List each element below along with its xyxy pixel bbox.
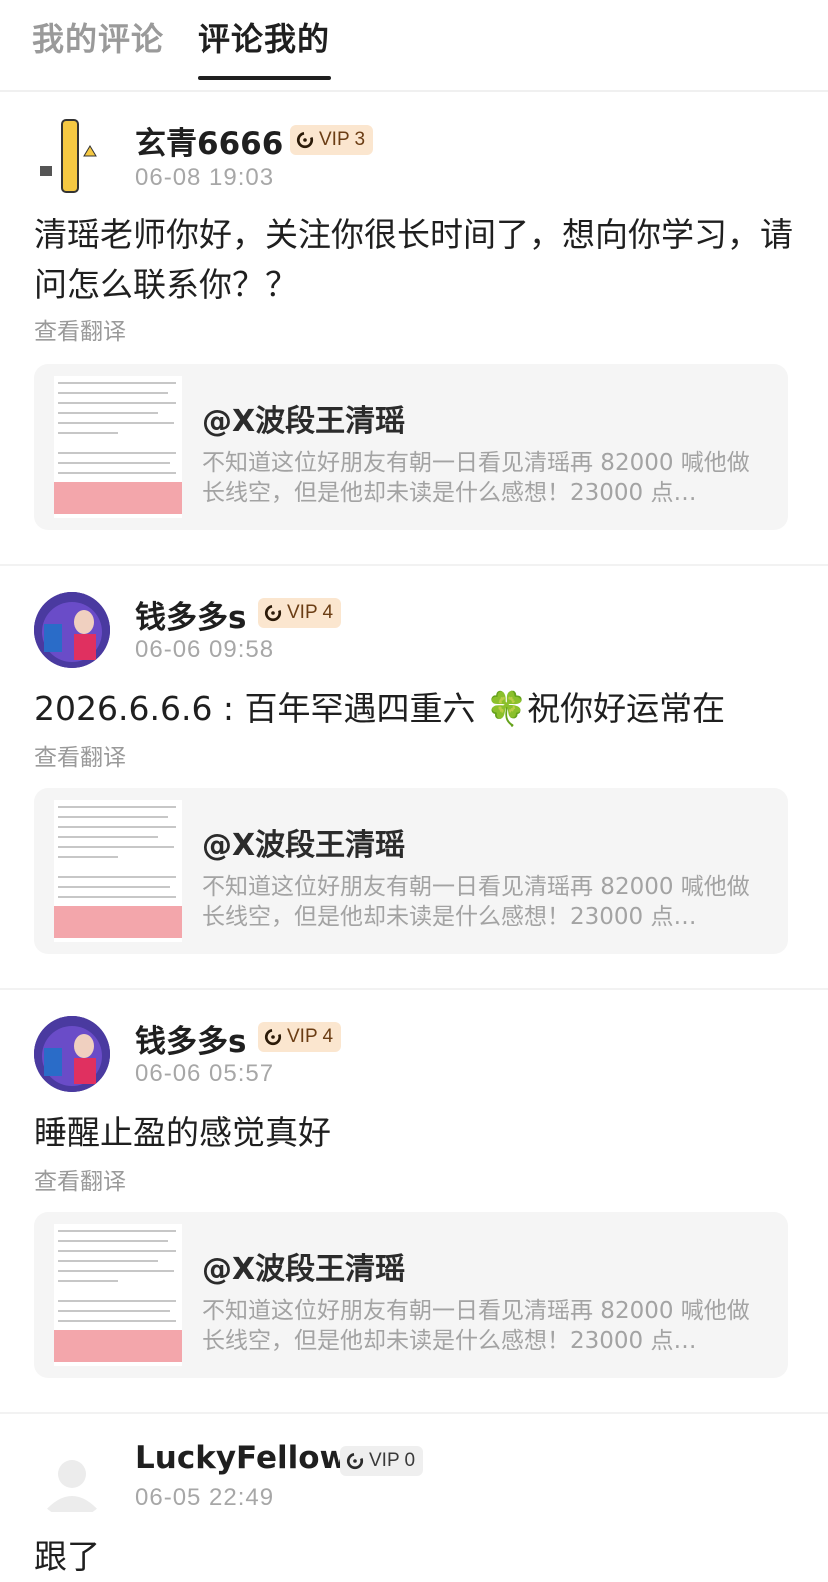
view-translation-link[interactable]: 查看翻译: [34, 1162, 126, 1196]
avatar[interactable]: [34, 118, 110, 194]
vip-badge: VIP 4: [258, 598, 342, 628]
tab-bar: 我的评论 评论我的: [0, 0, 828, 92]
quoted-author: @X波段王清瑶: [202, 1252, 406, 1287]
quoted-text: 不知道这位好朋友有朝一日看见清瑶再 82000 喊他做长线空，但是他却未读是什么…: [202, 1298, 750, 1354]
vip-badge: VIP 3: [290, 125, 374, 155]
avatar[interactable]: [34, 1016, 110, 1092]
vip-badge: VIP 0: [340, 1446, 424, 1476]
view-translation-link[interactable]: 查看翻译: [34, 312, 126, 346]
username[interactable]: LuckyFellow: [135, 1440, 348, 1476]
avatar[interactable]: [34, 1442, 110, 1518]
divider: [0, 988, 828, 990]
comment-text: 跟了: [34, 1537, 100, 1576]
vip-level: VIP 0: [369, 1450, 416, 1471]
user-avatar-image: [40, 119, 97, 193]
comment-time: 06-05 22:49: [135, 1484, 275, 1511]
quoted-post-card[interactable]: @X波段王清瑶 不知道这位好朋友有朝一日看见清瑶再 82000 喊他做长线空，但…: [34, 364, 788, 530]
comment-time: 06-06 09:58: [135, 636, 275, 663]
username[interactable]: 钱多多s: [135, 1016, 246, 1061]
quoted-text: 不知道这位好朋友有朝一日看见清瑶再 82000 喊他做长线空，但是他却未读是什么…: [202, 450, 750, 506]
username[interactable]: 玄青6666: [135, 118, 283, 163]
vip-badge-icon: [264, 1028, 282, 1046]
vip-level: VIP 4: [287, 1026, 334, 1047]
tab-my-comments[interactable]: 我的评论: [32, 14, 164, 60]
comment-text: 睡醒止盈的感觉真好: [34, 1113, 331, 1152]
divider: [0, 564, 828, 566]
post-thumbnail: [54, 1224, 182, 1366]
comment-text: 清瑶老师你好，关注你很长时间了，想向你学习，请问怎么联系你？？: [34, 215, 793, 304]
quoted-post-card[interactable]: @X波段王清瑶 不知道这位好朋友有朝一日看见清瑶再 82000 喊他做长线空，但…: [34, 788, 788, 954]
vip-level: VIP 3: [319, 129, 366, 150]
vip-level: VIP 4: [287, 602, 334, 623]
quoted-text: 不知道这位好朋友有朝一日看见清瑶再 82000 喊他做长线空，但是他却未读是什么…: [202, 874, 750, 930]
avatar[interactable]: [34, 592, 110, 668]
user-avatar-image: [34, 592, 110, 668]
quoted-author: @X波段王清瑶: [202, 404, 406, 439]
quoted-post-card[interactable]: @X波段王清瑶 不知道这位好朋友有朝一日看见清瑶再 82000 喊他做长线空，但…: [34, 1212, 788, 1378]
comment-time: 06-06 05:57: [135, 1060, 275, 1087]
post-thumbnail: [54, 800, 182, 942]
divider: [0, 1412, 828, 1414]
post-thumbnail: [54, 376, 182, 518]
comment-time: 06-08 19:03: [135, 164, 275, 191]
user-avatar-image: [34, 1016, 110, 1092]
vip-badge-icon: [296, 131, 314, 149]
active-tab-indicator: [198, 76, 331, 80]
vip-badge-icon: [264, 604, 282, 622]
vip-badge: VIP 4: [258, 1022, 342, 1052]
quoted-author: @X波段王清瑶: [202, 828, 406, 863]
vip-badge-icon: [346, 1452, 364, 1470]
username[interactable]: 钱多多s: [135, 592, 246, 637]
comment-text: 2026.6.6.6 : 百年罕遇四重六 🍀祝你好运常在: [34, 689, 726, 728]
tab-comments-on-me[interactable]: 评论我的: [198, 14, 330, 60]
view-translation-link[interactable]: 查看翻译: [34, 738, 126, 772]
default-avatar-icon: [44, 1460, 100, 1512]
